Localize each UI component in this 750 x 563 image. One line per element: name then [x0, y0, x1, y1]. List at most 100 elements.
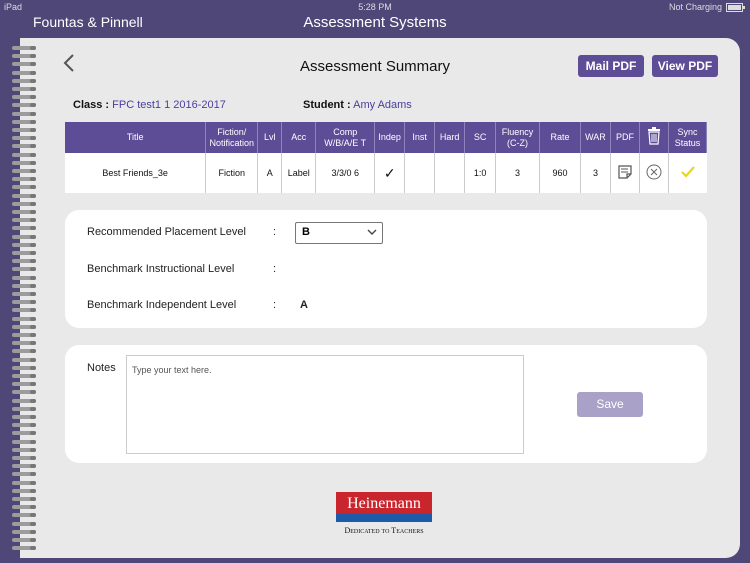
- cell-sc: 1:0: [464, 153, 497, 193]
- header-inst: Inst: [404, 122, 436, 153]
- app-title: Assessment Systems: [303, 14, 447, 31]
- spiral-ring: [12, 415, 36, 419]
- student-value: Amy Adams: [353, 99, 412, 111]
- header-sc: SC: [464, 122, 497, 153]
- notes-textarea[interactable]: Type your text here.: [126, 355, 524, 454]
- header-indep: Indep: [374, 122, 406, 153]
- header-fluency: Fluency (C-Z): [495, 122, 541, 153]
- spiral-ring: [12, 242, 36, 247]
- status-bar: iPad 5:28 PM Not Charging: [0, 0, 750, 14]
- spiral-ring: [12, 316, 36, 321]
- spiral-ring: [12, 513, 36, 518]
- header-lvl: Lvl: [257, 122, 283, 153]
- save-button[interactable]: Save: [577, 392, 643, 417]
- pdf-document-icon: [618, 165, 632, 179]
- spiral-ring: [12, 292, 36, 296]
- battery-icon: [726, 3, 745, 12]
- spiral-ring: [12, 218, 36, 223]
- placement-level-select[interactable]: B: [295, 222, 383, 244]
- spiral-ring: [12, 480, 36, 485]
- spiral-ring: [12, 349, 36, 354]
- spiral-ring: [12, 472, 36, 477]
- delete-circle-icon: [646, 164, 662, 180]
- cell-genre: Fiction: [205, 153, 259, 193]
- placement-level-value: B: [302, 226, 310, 238]
- instructional-level-label: Benchmark Instructional Level: [87, 263, 235, 275]
- assessment-table: Title Fiction/ Notification Lvl Acc Comp…: [65, 122, 708, 193]
- colon-separator: :: [273, 263, 277, 275]
- cell-pdf[interactable]: [610, 153, 640, 193]
- header-rate: Rate: [539, 122, 581, 153]
- spiral-ring: [12, 128, 36, 132]
- spiral-ring: [12, 283, 36, 288]
- spiral-ring: [12, 111, 36, 116]
- spiral-ring: [12, 324, 36, 329]
- cell-delete[interactable]: [639, 153, 669, 193]
- spiral-ring: [12, 390, 36, 395]
- cell-comp: 3/3/0 6: [315, 153, 376, 193]
- spiral-binding: [12, 46, 38, 556]
- header-hard: Hard: [434, 122, 466, 153]
- spiral-ring: [12, 488, 36, 493]
- chevron-down-icon: [367, 229, 377, 235]
- spiral-ring: [12, 136, 36, 141]
- app-title-bar: Fountas & Pinnell Assessment Systems: [0, 14, 750, 38]
- trash-icon: [647, 127, 660, 145]
- colon-separator: :: [273, 226, 277, 238]
- spiral-ring: [12, 185, 36, 190]
- spiral-ring: [12, 423, 36, 428]
- spiral-ring: [12, 193, 36, 198]
- spiral-ring: [12, 357, 36, 362]
- spiral-ring: [12, 447, 36, 452]
- cell-indep: ✓: [374, 153, 406, 193]
- spiral-ring: [12, 456, 36, 460]
- cell-rate: 960: [539, 153, 581, 193]
- spiral-ring: [12, 341, 36, 346]
- spiral-ring: [12, 529, 36, 534]
- spiral-ring: [12, 152, 36, 157]
- spiral-ring: [12, 226, 36, 231]
- spiral-ring: [12, 382, 36, 387]
- spiral-ring: [12, 95, 36, 100]
- notes-placeholder: Type your text here.: [132, 365, 212, 375]
- spiral-ring: [12, 144, 36, 149]
- class-info: Class : FPC test1 1 2016-2017: [73, 99, 226, 111]
- spiral-ring: [12, 308, 36, 313]
- spiral-ring: [12, 497, 36, 501]
- class-value: FPC test1 1 2016-2017: [112, 99, 226, 111]
- spiral-ring: [12, 160, 36, 165]
- class-label: Class :: [73, 99, 110, 111]
- spiral-ring: [12, 251, 36, 255]
- spiral-ring: [12, 210, 36, 214]
- view-pdf-button[interactable]: View PDF: [652, 55, 718, 77]
- spiral-ring: [12, 398, 36, 403]
- spiral-ring: [12, 374, 36, 378]
- spiral-ring: [12, 78, 36, 83]
- cell-acc: Label: [281, 153, 317, 193]
- spiral-ring: [12, 439, 36, 444]
- spiral-ring: [12, 275, 36, 280]
- battery-status: Not Charging: [668, 2, 722, 12]
- header-pdf: PDF: [610, 122, 640, 153]
- heinemann-logo: Heinemann Dedicated to Teachers: [336, 492, 432, 540]
- header-war: WAR: [580, 122, 611, 153]
- cell-hard: [434, 153, 466, 193]
- spiral-ring: [12, 464, 36, 469]
- spiral-ring: [12, 431, 36, 436]
- logo-wordmark: Heinemann: [347, 495, 421, 512]
- cell-sync: [668, 153, 706, 193]
- independent-level-value: A: [300, 299, 308, 311]
- spiral-ring: [12, 406, 36, 411]
- logo-tagline: Dedicated to Teachers: [344, 526, 424, 535]
- table-row[interactable]: Best Friends_3e Fiction A Label 3/3/0 6 …: [65, 153, 707, 193]
- spiral-ring: [12, 267, 36, 272]
- spiral-ring: [12, 201, 36, 206]
- mail-pdf-button[interactable]: Mail PDF: [578, 55, 644, 77]
- independent-level-label: Benchmark Independent Level: [87, 299, 237, 311]
- spiral-ring: [12, 521, 36, 526]
- header-delete: [639, 122, 669, 153]
- header-acc: Acc: [281, 122, 317, 153]
- spiral-ring: [12, 119, 36, 124]
- header-sync-status: Sync Status: [668, 122, 708, 153]
- student-info: Student : Amy Adams: [303, 99, 412, 111]
